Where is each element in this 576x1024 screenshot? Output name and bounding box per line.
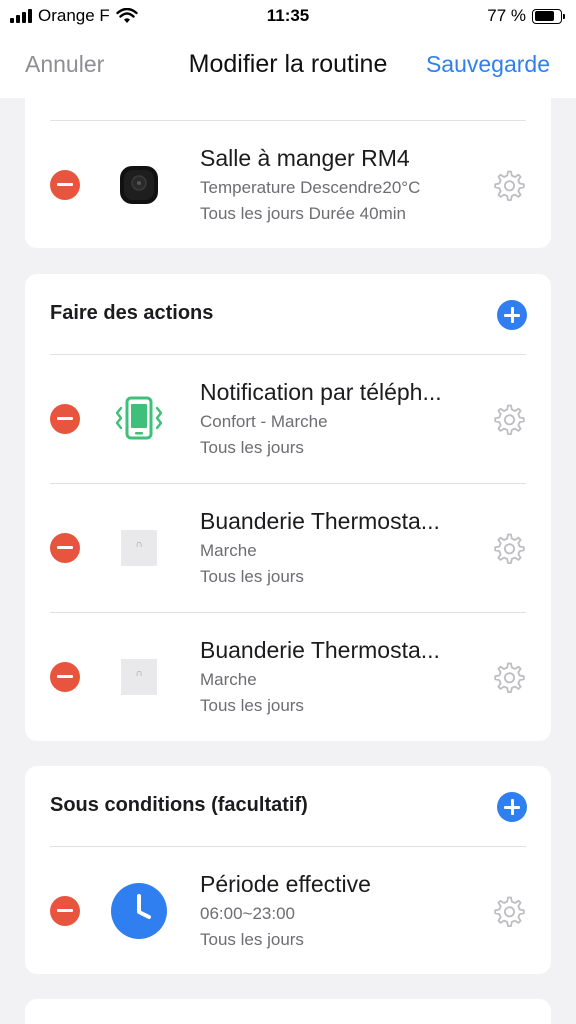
row-schedule: Tous les jours [200, 930, 304, 949]
trigger-card: Salle à manger RM4 Temperature Descendre… [25, 98, 551, 248]
row-subtitle: Marche [200, 670, 257, 689]
actions-header: Faire des actions [25, 274, 551, 354]
scroll-content[interactable]: Salle à manger RM4 Temperature Descendre… [0, 98, 576, 1024]
row-texts: Période effective 06:00~23:00 Tous les j… [200, 871, 471, 950]
row-schedule: Tous les jours [200, 696, 304, 715]
row-texts: Buanderie Thermosta... Marche Tous les j… [200, 637, 471, 716]
battery-percent: 77 % [487, 6, 526, 25]
row-schedule: Tous les jours [200, 438, 304, 457]
next-card [25, 999, 551, 1024]
row-title: Notification par téléph... [200, 379, 442, 405]
add-action-button[interactable] [497, 300, 527, 330]
list-item[interactable]: Notification par téléph... Confort - Mar… [25, 354, 551, 483]
divider [50, 354, 526, 355]
actions-title: Faire des actions [50, 302, 214, 324]
divider [50, 846, 526, 847]
row-texts: Salle à manger RM4 Temperature Descendre… [200, 145, 471, 224]
rm4-device-icon [109, 155, 169, 215]
gear-icon[interactable] [490, 659, 526, 695]
gear-icon[interactable] [490, 530, 526, 566]
divider [50, 120, 526, 121]
row-title: Buanderie Thermosta... [200, 508, 440, 534]
actions-card: Faire des actions Notification par télép… [25, 274, 551, 741]
divider [50, 612, 526, 613]
list-item[interactable]: Buanderie Thermosta... Marche Tous les j… [25, 483, 551, 612]
battery-fill [534, 11, 554, 21]
device-thumbnail-icon [109, 518, 169, 578]
row-schedule: Tous les jours Durée 40min [200, 204, 406, 223]
list-item[interactable]: Buanderie Thermosta... Marche Tous les j… [25, 612, 551, 741]
row-texts: Notification par téléph... Confort - Mar… [200, 379, 471, 458]
row-subtitle: Confort - Marche [200, 412, 328, 431]
list-item[interactable]: Période effective 06:00~23:00 Tous les j… [25, 846, 551, 975]
status-right: 77 % [487, 6, 565, 26]
navigation-bar: Annuler Modifier la routine Sauvegarde [0, 32, 576, 98]
status-bar: Orange F 11:35 77 % [0, 0, 576, 32]
row-title: Période effective [200, 871, 371, 897]
device-thumbnail-icon [109, 647, 169, 707]
remove-button[interactable] [50, 661, 80, 692]
list-item[interactable]: Salle à manger RM4 Temperature Descendre… [25, 120, 551, 249]
phone-vibrate-icon [109, 389, 169, 449]
row-schedule: Tous les jours [200, 567, 304, 586]
row-subtitle: 06:00~23:00 [200, 904, 296, 923]
row-title: Salle à manger RM4 [200, 145, 410, 171]
battery-icon [532, 8, 565, 24]
row-subtitle: Temperature Descendre20°C [200, 178, 421, 197]
gear-icon[interactable] [490, 893, 526, 929]
conditions-header: Sous conditions (facultatif) [25, 766, 551, 846]
remove-button[interactable] [50, 532, 80, 563]
row-title: Buanderie Thermosta... [200, 637, 440, 663]
row-subtitle: Marche [200, 541, 257, 560]
remove-button[interactable] [50, 895, 80, 926]
conditions-card: Sous conditions (facultatif) Période eff… [25, 766, 551, 974]
remove-button[interactable] [50, 169, 80, 200]
remove-button[interactable] [50, 403, 80, 434]
conditions-title: Sous conditions (facultatif) [50, 794, 308, 816]
gear-icon[interactable] [490, 167, 526, 203]
save-button[interactable]: Sauvegarde [426, 51, 550, 78]
divider [50, 483, 526, 484]
add-condition-button[interactable] [497, 792, 527, 822]
clock-icon [109, 881, 169, 941]
row-texts: Buanderie Thermosta... Marche Tous les j… [200, 508, 471, 587]
gear-icon[interactable] [490, 401, 526, 437]
